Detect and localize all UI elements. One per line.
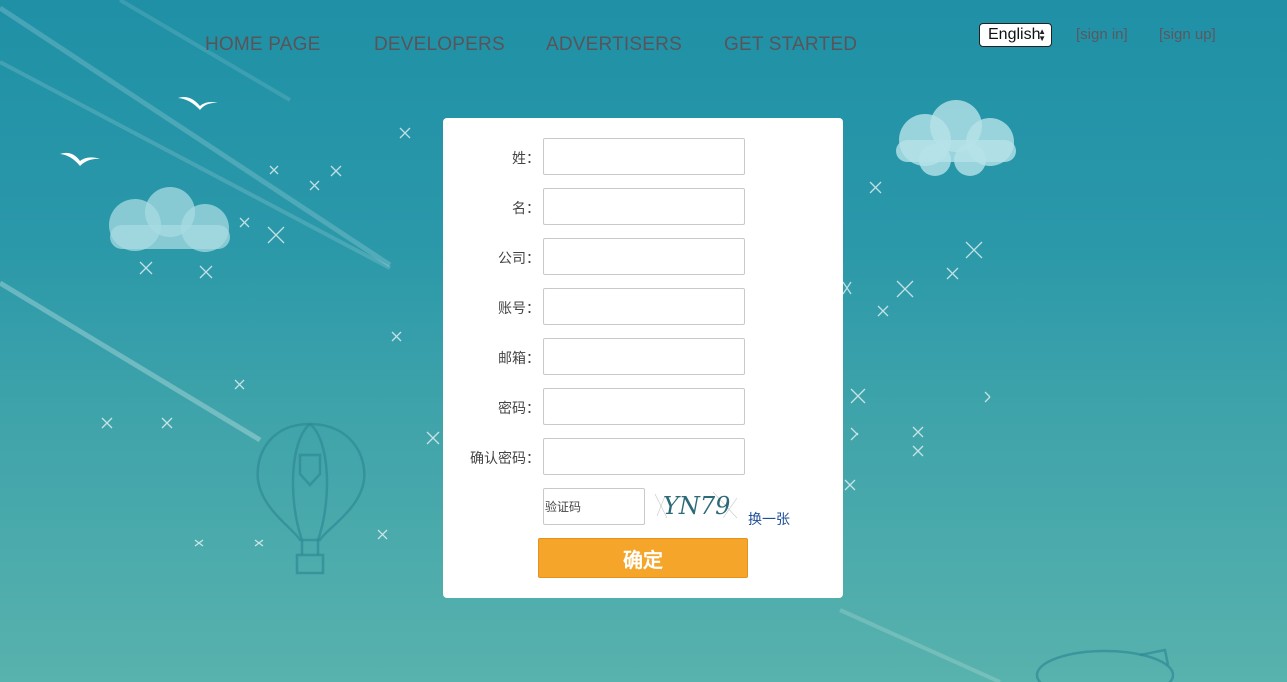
nav-home-page[interactable]: HOME PAGE <box>205 34 320 56</box>
light-streak <box>0 280 262 443</box>
nav-advertisers[interactable]: ADVERTISERS <box>546 34 682 56</box>
first-name-input[interactable] <box>543 188 745 225</box>
captcha-char: YN79 <box>663 492 730 520</box>
refresh-captcha-link[interactable]: 换一张 <box>748 509 790 529</box>
cloud-icon <box>109 187 230 252</box>
form-row-company: 公司： <box>443 238 843 275</box>
password-label: 密码： <box>498 400 540 416</box>
cloud-icon <box>896 100 1016 176</box>
form-row-first-name: 名： <box>443 188 843 225</box>
language-select-value: English <box>988 26 1041 43</box>
registration-form: 姓： 名： 公司： 账号： 邮箱： 密码： 确认密码： 验证码 YN79 换一张… <box>443 118 843 598</box>
page: HOME PAGE DEVELOPERS ADVERTISERS GET STA… <box>0 0 1287 682</box>
account-label: 账号： <box>498 300 540 316</box>
form-row-confirm-password: 确认密码： <box>443 438 843 475</box>
bird-icon <box>60 152 100 166</box>
airship-icon <box>1035 648 1175 682</box>
form-row-last-name: 姓： <box>443 138 843 175</box>
sign-up-link[interactable]: [sign up] <box>1159 26 1216 43</box>
form-row-account: 账号： <box>443 288 843 325</box>
language-select[interactable]: English ▲ ▼ <box>979 23 1052 47</box>
nav-developers[interactable]: DEVELOPERS <box>374 34 505 56</box>
email-input[interactable] <box>543 338 745 375</box>
last-name-label: 姓： <box>512 150 540 166</box>
form-row-email: 邮箱： <box>443 338 843 375</box>
updown-arrows-icon: ▲ ▼ <box>1038 27 1046 43</box>
form-row-password: 密码： <box>443 388 843 425</box>
email-label: 邮箱： <box>498 350 540 366</box>
password-input[interactable] <box>543 388 745 425</box>
sign-in-link[interactable]: [sign in] <box>1076 26 1128 43</box>
confirm-password-input[interactable] <box>543 438 745 475</box>
company-label: 公司： <box>498 250 540 266</box>
hot-air-balloon-icon <box>256 422 366 575</box>
captcha-input[interactable] <box>543 488 645 525</box>
light-streak <box>839 608 1001 682</box>
last-name-input[interactable] <box>543 138 745 175</box>
account-input[interactable] <box>543 288 745 325</box>
captcha-image: YN79 <box>653 488 739 522</box>
bird-icon <box>178 97 218 110</box>
confirm-password-label: 确认密码： <box>470 450 540 466</box>
nav-get-started[interactable]: GET STARTED <box>724 34 857 56</box>
submit-button[interactable]: 确定 <box>538 538 748 578</box>
company-input[interactable] <box>543 238 745 275</box>
first-name-label: 名： <box>512 200 540 216</box>
